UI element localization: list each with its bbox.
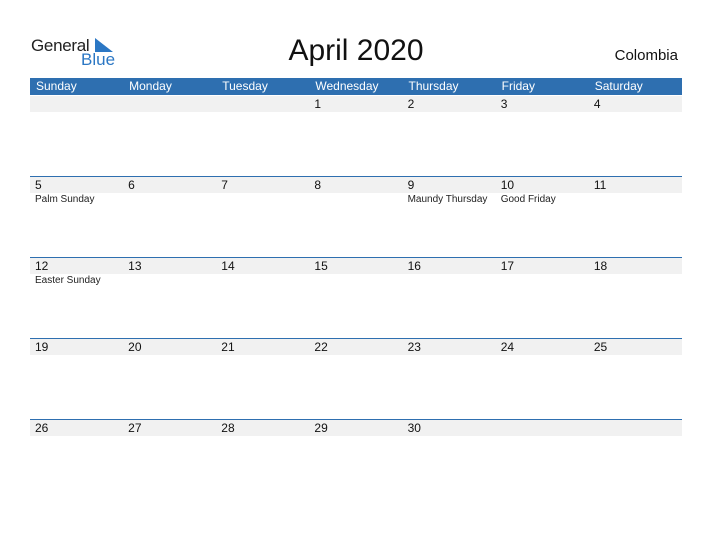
- day-cell-17: 17: [496, 258, 589, 338]
- day-number: 7: [221, 178, 228, 192]
- day-cell-22: 22: [309, 339, 402, 419]
- day-number: 3: [500, 97, 508, 111]
- day-cell-29: 29: [309, 420, 402, 500]
- day-number: 5: [35, 178, 42, 192]
- day-cell-20: 20: [123, 339, 216, 419]
- weekday-header: Sunday Monday Tuesday Wednesday Thursday Frid…: [30, 78, 682, 95]
- day-cell-3: 3: [496, 96, 589, 176]
- day-number: 12: [35, 259, 49, 273]
- day-cell-27: 27: [123, 420, 216, 500]
- day-number: 6: [128, 178, 135, 192]
- day-cell-18: 18: [589, 258, 682, 338]
- week-row: 5 Palm Sunday 6 7 8 9 Maundy Thursday 10 Good Fr…: [30, 176, 682, 257]
- day-number: 4: [593, 97, 601, 111]
- day-number: 1: [314, 97, 322, 111]
- weekday-saturday: Saturday: [594, 79, 643, 93]
- week-row: 19 20 21 22 23 24 25: [30, 338, 682, 419]
- day-cell-6: 6: [123, 177, 216, 257]
- holiday-label: Palm Sunday: [35, 194, 95, 205]
- empty-day-cell: [496, 420, 589, 500]
- day-cell-28: 28: [216, 420, 309, 500]
- day-number: 25: [593, 340, 608, 354]
- day-number: 8: [314, 178, 322, 192]
- weekday-thursday: Thursday: [408, 79, 459, 93]
- day-cell-19: 19: [30, 339, 123, 419]
- day-cell-12: 12 Easter Sunday: [30, 258, 123, 338]
- calendar-title: April 2020: [288, 34, 424, 67]
- empty-day-cell: [589, 420, 682, 500]
- day-cell-2: 2: [403, 96, 496, 176]
- day-cell-14: 14: [216, 258, 309, 338]
- empty-day-cell: [123, 96, 216, 176]
- day-cell-21: 21: [216, 339, 309, 419]
- day-cell-11: 11: [589, 177, 682, 257]
- day-cell-16: 16: [403, 258, 496, 338]
- day-cell-4: 4: [589, 96, 682, 176]
- country-label: Colombia: [614, 47, 678, 64]
- day-number: 2: [407, 97, 415, 111]
- weekday-sunday: Sunday: [36, 79, 77, 93]
- weekday-wednesday: Wednesday: [315, 79, 379, 93]
- day-cell-30: 30: [403, 420, 496, 500]
- day-number: 26: [35, 421, 49, 435]
- day-cell-5: 5 Palm Sunday: [30, 177, 123, 257]
- empty-day-cell: [30, 96, 123, 176]
- day-number: 15: [314, 259, 328, 273]
- day-number: 28: [221, 421, 235, 435]
- day-number: 14: [221, 259, 235, 273]
- day-number: 13: [128, 259, 142, 273]
- day-number: 30: [407, 421, 421, 435]
- day-cell-23: 23: [403, 339, 496, 419]
- week-row: 1 2 3 4: [30, 96, 682, 176]
- weekday-friday: Friday: [501, 79, 535, 93]
- day-number: 23: [407, 340, 421, 354]
- day-number: 18: [593, 259, 608, 273]
- day-cell-26: 26: [30, 420, 123, 500]
- day-number: 10: [500, 178, 515, 192]
- holiday-label: Easter Sunday: [35, 275, 101, 286]
- day-number: 17: [500, 259, 515, 273]
- day-number: 29: [314, 421, 328, 435]
- day-number: 11: [593, 178, 607, 192]
- day-cell-13: 13: [123, 258, 216, 338]
- day-cell-1: 1: [309, 96, 402, 176]
- day-cell-10: 10 Good Friday: [496, 177, 589, 257]
- weekday-tuesday: Tuesday: [222, 79, 268, 93]
- day-cell-9: 9 Maundy Thursday: [403, 177, 496, 257]
- day-number: 19: [35, 340, 49, 354]
- day-number: 16: [407, 259, 421, 273]
- day-number: 20: [128, 340, 142, 354]
- weekday-monday: Monday: [129, 79, 172, 93]
- day-cell-25: 25: [589, 339, 682, 419]
- day-cell-15: 15: [309, 258, 402, 338]
- day-cell-7: 7: [216, 177, 309, 257]
- day-cell-8: 8: [309, 177, 402, 257]
- week-row: 12 Easter Sunday 13 14 15 16 17 18: [30, 257, 682, 338]
- day-number: 21: [221, 340, 235, 354]
- empty-day-cell: [216, 96, 309, 176]
- holiday-label: Good Friday: [500, 194, 556, 205]
- day-number: 27: [128, 421, 142, 435]
- week-row: 26 27 28 29 30: [30, 419, 682, 500]
- holiday-label: Maundy Thursday: [407, 194, 488, 205]
- day-number: 9: [407, 178, 415, 192]
- day-number: 22: [314, 340, 328, 354]
- day-cell-24: 24: [496, 339, 589, 419]
- day-number: 24: [500, 340, 515, 354]
